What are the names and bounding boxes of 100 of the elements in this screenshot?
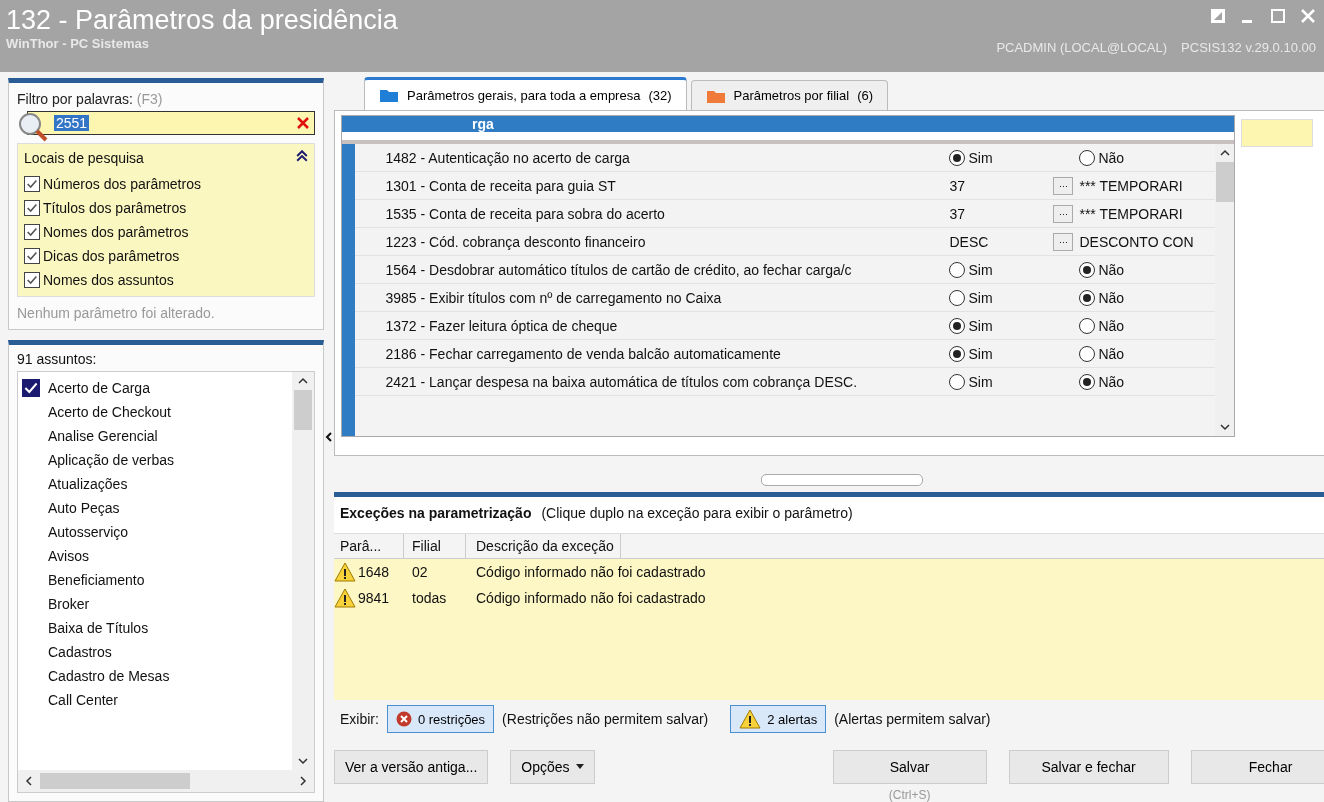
alerts-toggle[interactable]: 2 alertas (730, 705, 827, 733)
table-cell-text: Código informado não foi cadastrado (475, 589, 706, 606)
scroll-left-icon[interactable] (24, 776, 34, 786)
radio-button[interactable] (949, 289, 966, 306)
save-button[interactable]: Salvar (832, 750, 987, 784)
subject-item[interactable]: Atualizações (48, 476, 128, 492)
subject-item[interactable]: Auto Peças (48, 500, 120, 516)
close-button[interactable]: Fechar (1190, 750, 1324, 784)
tab[interactable]: Parâmetros por filial (6) (690, 80, 889, 110)
radio-label: Sim (968, 289, 993, 306)
shortcut-hint: (Ctrl+S) (888, 788, 931, 802)
radio-label: Não (1098, 345, 1125, 362)
parameter-name: 1482 - Autenticação no acerto de carga (384, 149, 631, 166)
checkbox[interactable] (24, 224, 40, 240)
splitter-handle[interactable] (761, 473, 924, 486)
scroll-up-icon[interactable] (298, 376, 308, 386)
description-value: *** TEMPORARI (1079, 205, 1183, 222)
subject-item[interactable]: Analise Gerencial (48, 428, 158, 444)
tab[interactable]: Parâmetros gerais, para toda a empresa (32) (364, 77, 687, 110)
scroll-down-icon[interactable] (1219, 422, 1230, 432)
radio-button[interactable] (1079, 289, 1096, 306)
subject-item[interactable]: Autosserviço (48, 524, 129, 540)
old-version-button[interactable]: Ver a versão antiga... (334, 750, 489, 784)
warning-icon (739, 709, 762, 729)
show-label: Exibir: (340, 711, 379, 727)
radio-label: Sim (968, 345, 993, 362)
input-field[interactable] (1241, 119, 1313, 147)
column-header[interactable]: Descrição da exceção (466, 533, 621, 558)
radio-label: Não (1098, 373, 1125, 390)
window-title: 132 - Parâmetros da presidência (6, 4, 398, 36)
warning-icon (334, 587, 356, 608)
checkbox[interactable] (24, 272, 40, 288)
checkbox-label: Dicas dos parâmetros (43, 248, 180, 264)
subject-item[interactable]: Aplicação de verbas (48, 452, 175, 468)
column-header[interactable]: Filial (404, 533, 466, 558)
column-header[interactable]: Parâ... (334, 533, 404, 558)
subject-item[interactable]: Baixa de Títulos (48, 620, 149, 636)
radio-button[interactable] (1079, 345, 1096, 362)
code-value: DESC (949, 233, 989, 250)
checkbox[interactable] (24, 176, 40, 192)
scroll-thumb[interactable] (40, 773, 190, 789)
parameter-name: 1301 - Conta de receita para guia ST (384, 177, 617, 194)
lookup-button[interactable]: ··· (1053, 204, 1074, 223)
checkbox-label: Números dos parâmetros (43, 176, 201, 192)
user-label: PCADMIN (LOCAL@LOCAL) (996, 40, 1168, 55)
subject-item[interactable]: Call Center (48, 692, 119, 708)
radio-button[interactable] (1079, 149, 1096, 166)
lookup-button[interactable]: ··· (1053, 176, 1074, 195)
parameter-name: 2186 - Fechar carregamento de venda balcão automaticamente (384, 345, 782, 362)
subject-item[interactable]: Beneficiamento (48, 572, 145, 588)
error-icon (395, 711, 412, 727)
radio-label: Sim (968, 317, 993, 334)
scroll-down-icon[interactable] (298, 756, 308, 766)
save-close-button[interactable]: Salvar e fechar (1008, 750, 1169, 784)
search-field[interactable]: 2551 (27, 111, 315, 135)
radio-button[interactable] (1079, 373, 1096, 390)
subject-item[interactable]: Avisos (48, 548, 89, 564)
hint-text: (Clique duplo na exceção para exibir o parâmetro) (541, 504, 853, 523)
radio-label: Não (1098, 261, 1125, 278)
note-text: (Alertas permitem salvar) (834, 711, 991, 727)
subject-item[interactable]: Broker (48, 596, 90, 612)
radio-button[interactable] (1079, 317, 1096, 334)
radio-button[interactable] (949, 149, 966, 166)
collapse-icon[interactable] (296, 150, 308, 162)
parameter-name: 1564 - Desdobrar automático títulos de cartão de crédito, ao fechar carga/c (384, 261, 853, 278)
radio-button[interactable] (949, 261, 966, 278)
table-cell-text: todas (411, 589, 448, 606)
radio-label: Não (1098, 149, 1125, 166)
radio-button[interactable] (949, 345, 966, 362)
checkbox[interactable] (24, 248, 40, 264)
checkbox[interactable] (24, 200, 40, 216)
table-cell-text: 02 (411, 563, 429, 580)
restrictions-toggle[interactable]: 0 restrições (386, 705, 495, 733)
subject-item[interactable]: Cadastros (48, 644, 112, 660)
scrollbar[interactable] (292, 372, 314, 770)
section-title: Exceções na parametrização (340, 504, 532, 523)
search-icon (17, 111, 49, 143)
scroll-thumb[interactable] (1215, 162, 1234, 202)
scroll-thumb[interactable] (294, 390, 312, 430)
subject-item[interactable]: Cadastro de Mesas (48, 668, 170, 684)
subject-item[interactable]: Acerto de Checkout (48, 404, 171, 420)
horizontal-scrollbar[interactable] (18, 770, 314, 792)
table-cell-text: Código informado não foi cadastrado (475, 563, 706, 580)
checkbox[interactable] (22, 379, 40, 397)
subject-item[interactable]: Acerto de Carga (48, 380, 150, 396)
checkbox-label: Títulos dos parâmetros (43, 200, 187, 216)
status-text: Nenhum parâmetro foi alterado. (17, 305, 216, 321)
filter-label: Filtro por palavras: (17, 91, 133, 107)
checkbox-label: Nomes dos assuntos (43, 272, 174, 288)
code-value: 37 (949, 177, 966, 194)
scroll-up-icon[interactable] (1219, 148, 1230, 158)
radio-button[interactable] (949, 317, 966, 334)
clear-icon[interactable] (296, 116, 310, 130)
shortcut-hint: (F3) (136, 91, 163, 107)
radio-button[interactable] (949, 373, 966, 390)
lookup-button[interactable]: ··· (1053, 232, 1074, 251)
radio-button[interactable] (1079, 261, 1096, 278)
options-button[interactable]: Opções (510, 750, 595, 784)
radio-label: Sim (968, 261, 993, 278)
scroll-right-icon[interactable] (298, 776, 308, 786)
